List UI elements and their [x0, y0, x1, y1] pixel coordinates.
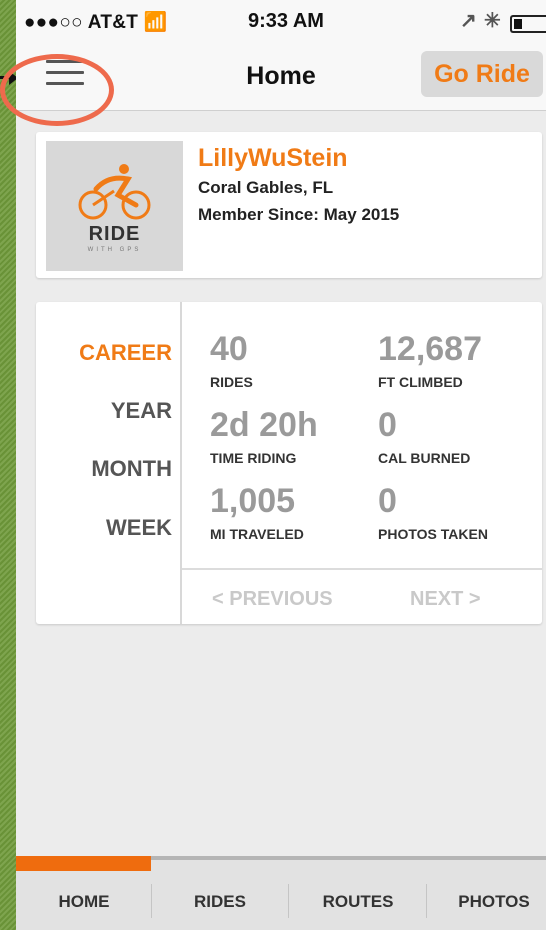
ft-climbed-label: FT CLIMBED — [378, 374, 463, 390]
tab-divider — [151, 884, 152, 918]
cal-burned-label: CAL BURNED — [378, 450, 471, 466]
annotation-highlight-ring — [0, 54, 114, 126]
status-bar: ●●●○○ AT&T 📶 9:33 AM ↗ ✳ — [16, 0, 546, 44]
user-location: Coral Gables, FL — [198, 178, 334, 197]
battery-icon — [510, 15, 546, 33]
period-career[interactable]: CAREER — [79, 340, 172, 366]
status-time: 9:33 AM — [248, 10, 324, 32]
mi-traveled-label: MI TRAVELED — [210, 526, 304, 542]
tab-divider — [288, 884, 289, 918]
ft-climbed-value: 12,687 — [378, 330, 482, 368]
go-ride-button[interactable]: Go Ride — [421, 51, 543, 97]
tab-rides[interactable]: RIDES — [154, 892, 286, 912]
user-name: LillyWuStein — [198, 144, 348, 172]
time-riding-label: TIME RIDING — [210, 450, 297, 466]
rides-label: RIDES — [210, 374, 253, 390]
logo-subtext: WITH GPS — [87, 247, 142, 253]
bluetooth-icon: ✳ — [484, 10, 501, 32]
tab-photos[interactable]: PHOTOS — [428, 892, 546, 912]
next-button[interactable]: NEXT > — [410, 588, 481, 611]
carrier-label: ●●●○○ AT&T 📶 — [24, 12, 168, 33]
active-tab-indicator — [16, 856, 151, 871]
stats-card: CAREER YEAR MONTH WEEK 40 RIDES 12,687 F… — [36, 302, 542, 624]
rides-value: 40 — [210, 330, 248, 368]
stats-divider — [182, 568, 542, 570]
photos-taken-label: PHOTOS TAKEN — [378, 526, 488, 542]
period-selector: CAREER YEAR MONTH WEEK — [36, 302, 182, 624]
tab-routes[interactable]: ROUTES — [292, 892, 424, 912]
period-month[interactable]: MONTH — [91, 456, 172, 482]
period-year[interactable]: YEAR — [111, 398, 172, 424]
period-week[interactable]: WEEK — [106, 515, 172, 541]
cal-burned-value: 0 — [378, 406, 397, 444]
location-arrow-icon: ↗ — [460, 10, 477, 32]
tab-bar: HOME RIDES ROUTES PHOTOS — [16, 856, 546, 930]
phone-screen: ●●●○○ AT&T 📶 9:33 AM ↗ ✳ Home Go Ride RI… — [16, 0, 546, 930]
member-since: Member Since: May 2015 — [198, 205, 400, 224]
ride-with-gps-logo: RIDE WITH GPS — [46, 141, 183, 271]
logo-text: RIDE — [88, 223, 141, 245]
time-riding-value: 2d 20h — [210, 406, 318, 444]
wifi-icon: 📶 — [143, 12, 168, 33]
tab-divider — [426, 884, 427, 918]
tab-home[interactable]: HOME — [18, 892, 150, 912]
photos-taken-value: 0 — [378, 482, 397, 520]
profile-card[interactable]: RIDE WITH GPS LillyWuStein Coral Gables,… — [36, 132, 542, 278]
mi-traveled-value: 1,005 — [210, 482, 296, 520]
previous-button[interactable]: < PREVIOUS — [212, 588, 333, 611]
